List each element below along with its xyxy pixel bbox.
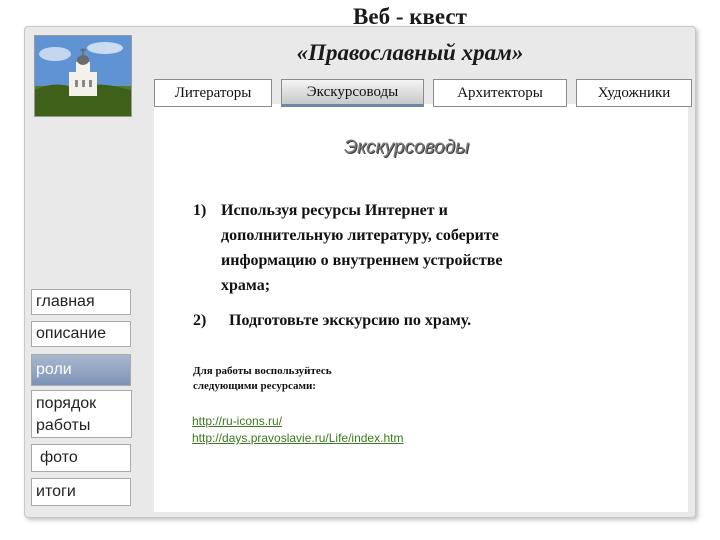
resources-note-line: Для работы воспользуйтесь — [193, 365, 332, 377]
tab-label: Литераторы — [174, 84, 252, 101]
page-subtitle: «Православный храм» — [296, 40, 524, 65]
task-text-line: Используя ресурсы Интернет и — [221, 202, 448, 219]
task-text-line: Подготовьте экскурсию по храму. — [229, 312, 472, 329]
sidebar-item-label: фото — [40, 449, 78, 466]
tab-architects[interactable]: Архитекторы — [433, 79, 567, 107]
sidebar-item-results[interactable]: итоги — [31, 478, 131, 506]
sidebar-item-label: итоги — [36, 483, 76, 500]
tab-label: Архитекторы — [457, 84, 543, 101]
sidebar-item-description[interactable]: описание — [31, 321, 131, 347]
task-text-line: храма; — [221, 277, 271, 294]
task-item-2: 2) Подготовьте экскурсию по храму. — [193, 308, 613, 333]
resource-link-pravoslavie[interactable]: http://days.pravoslavie.ru/Life/index.ht… — [192, 431, 403, 445]
section-heading: Экскурсоводы — [344, 137, 470, 158]
task-item-1: 1) Используя ресурсы Интернет и дополнит… — [193, 198, 613, 298]
task-text-line: информацию о внутреннем устройстве — [221, 252, 503, 269]
sidebar-item-label: главная — [36, 293, 95, 310]
sidebar-item-roles[interactable]: роли — [31, 354, 131, 386]
church-image — [35, 36, 131, 116]
tab-guides[interactable]: Экскурсоводы — [281, 79, 424, 107]
sidebar-item-label: роли — [36, 361, 72, 378]
page-title: Веб - квест — [353, 4, 467, 29]
resources-note: Для работы воспользуйтесь следующими рес… — [193, 364, 413, 394]
sidebar-item-label: описание — [36, 325, 107, 342]
tab-label: Экскурсоводы — [306, 83, 399, 100]
tab-label: Художники — [597, 84, 671, 101]
task-number: 2) — [193, 312, 207, 329]
task-text-line: дополнительную литературу, соберите — [221, 227, 499, 244]
sidebar-item-procedure[interactable]: порядок работы — [31, 390, 132, 438]
tab-literators[interactable]: Литераторы — [154, 79, 272, 107]
resource-link-icons[interactable]: http://ru-icons.ru/ — [192, 414, 282, 428]
church-photo — [34, 35, 132, 117]
tab-artists[interactable]: Художники — [576, 79, 692, 107]
sidebar-item-main[interactable]: главная — [31, 289, 131, 315]
sidebar-item-photo[interactable]: фото — [31, 444, 131, 472]
sidebar-item-label: порядок работы — [36, 395, 97, 434]
task-number: 1) — [193, 202, 207, 219]
resources-note-line: следующими ресурсами: — [193, 380, 316, 392]
